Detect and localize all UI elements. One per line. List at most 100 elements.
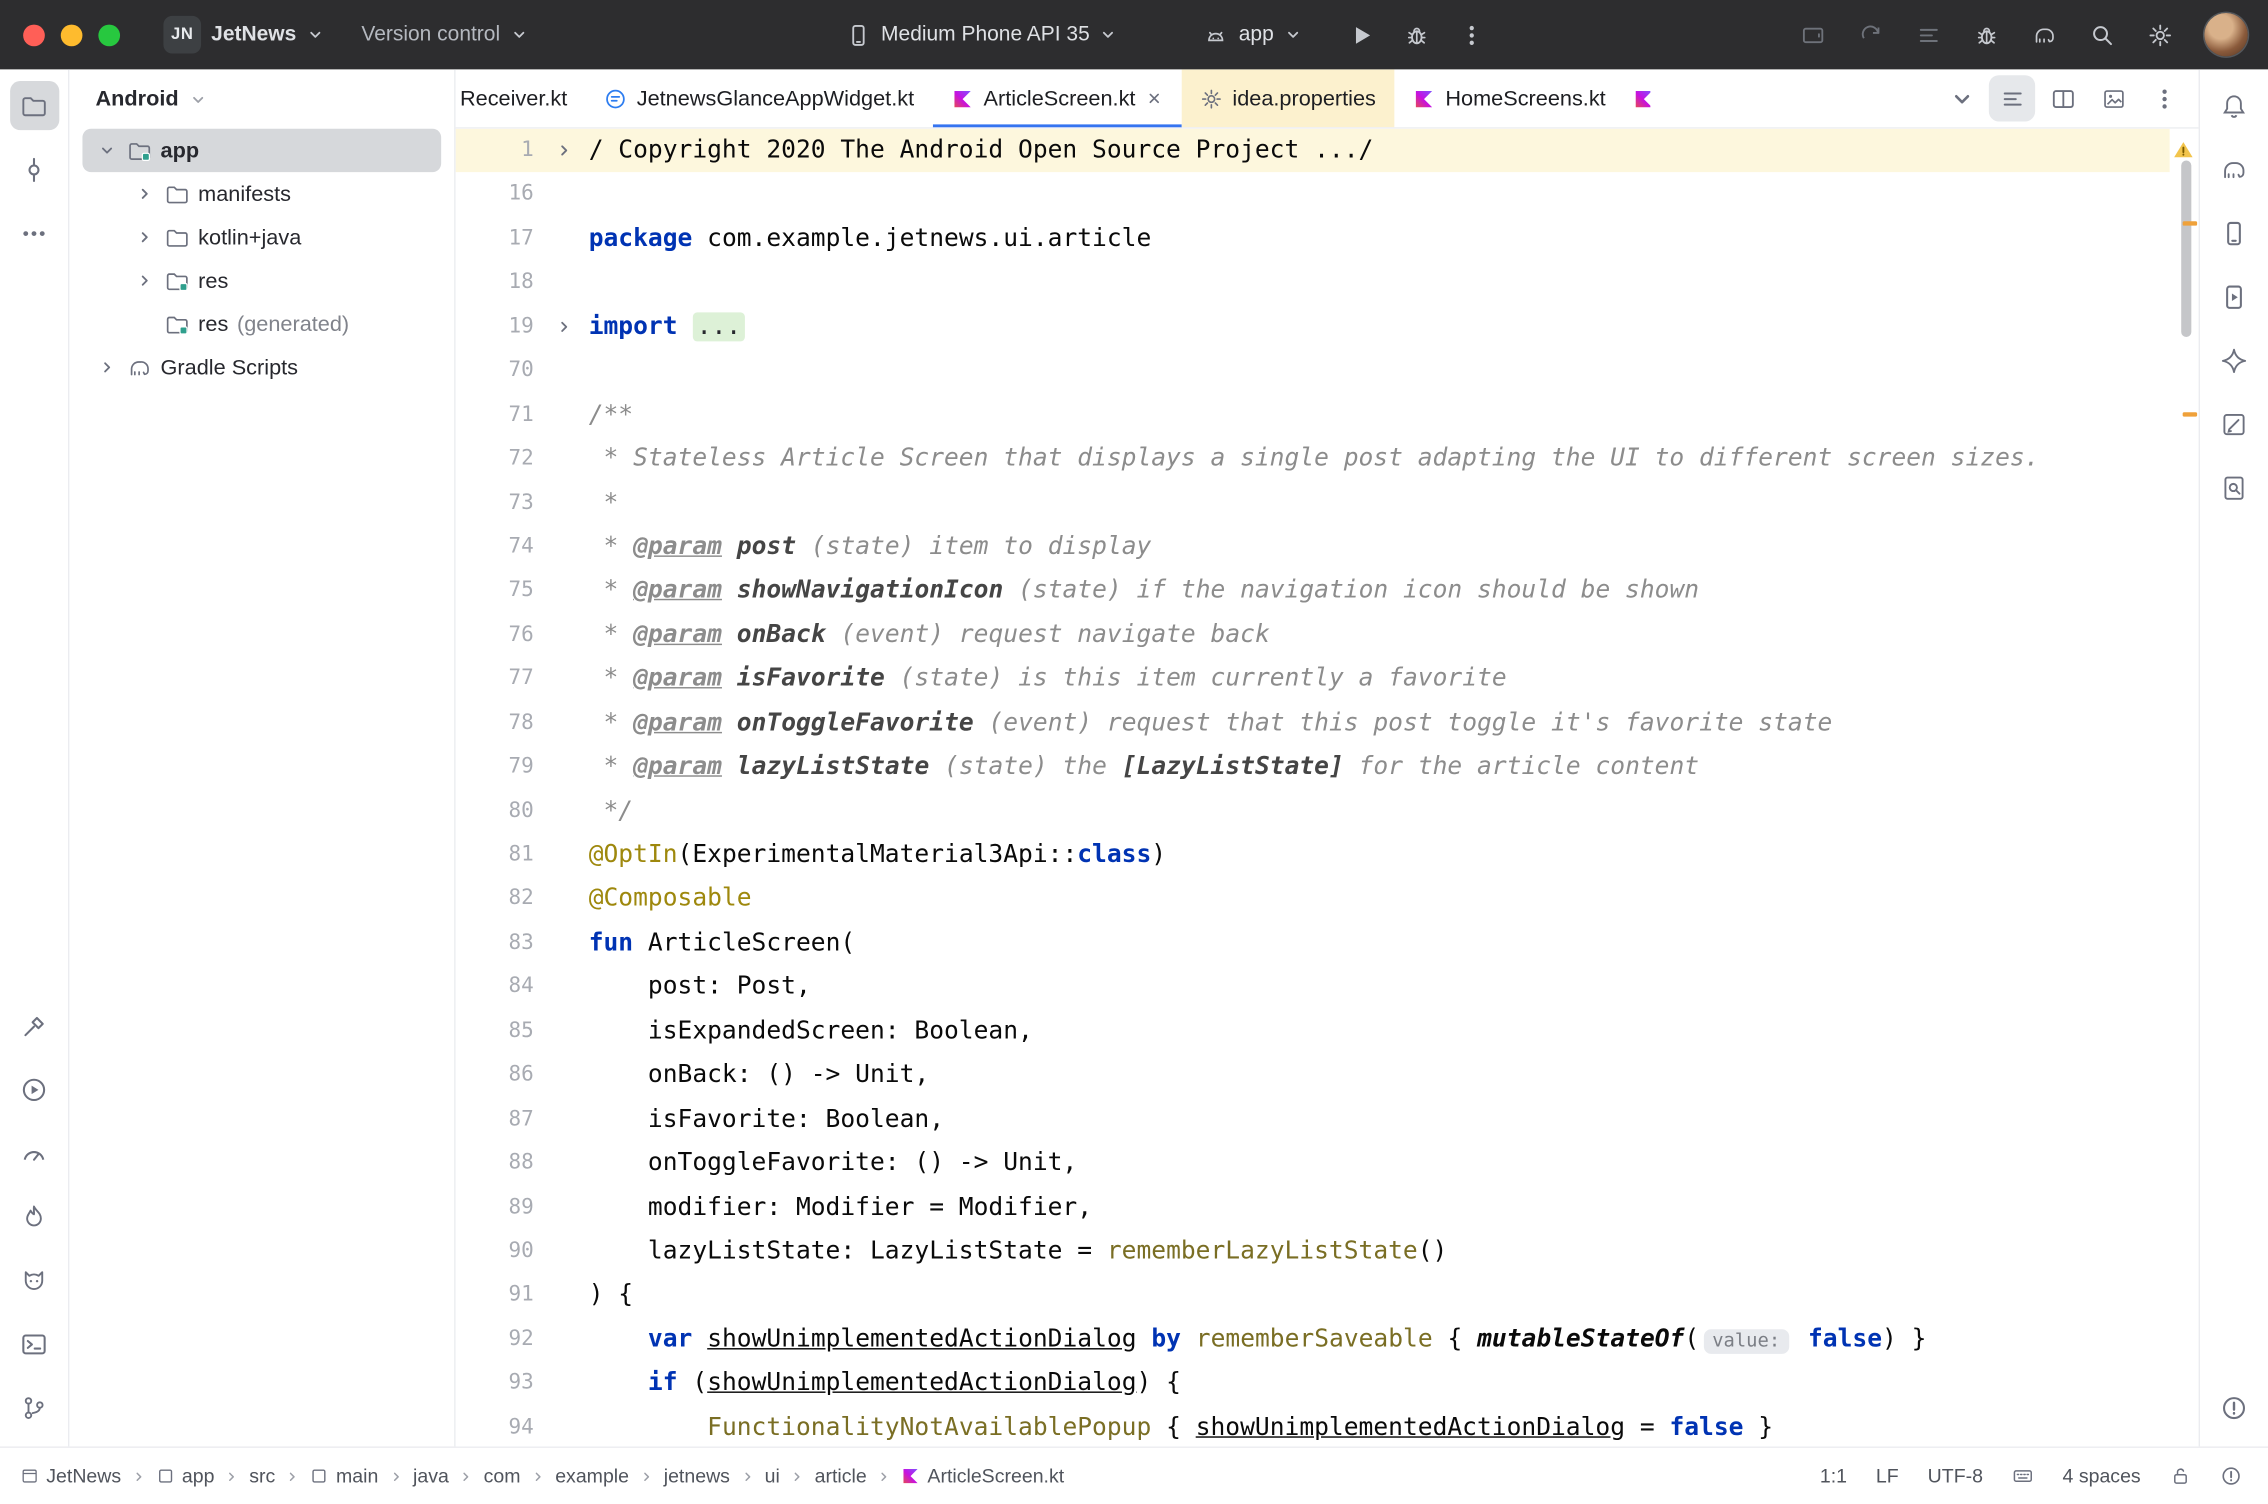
line-number[interactable]: 86 <box>456 1053 540 1097</box>
project-button[interactable] <box>9 81 58 130</box>
chevron-right-icon[interactable] <box>133 182 156 205</box>
app-quality-insights-button[interactable] <box>9 1192 58 1241</box>
compose-preview-button[interactable] <box>2209 399 2258 448</box>
line-number[interactable]: 81 <box>456 833 540 877</box>
line-number[interactable]: 87 <box>456 1097 540 1141</box>
code-line-86[interactable]: 86 onBack: () -> Unit, <box>456 1053 2170 1097</box>
code-line-17[interactable]: 17package com.example.jetnews.ui.article <box>456 217 2170 261</box>
run-button[interactable] <box>9 1065 58 1114</box>
more-run-actions-button[interactable] <box>1449 12 1495 58</box>
running-devices-button[interactable] <box>2209 272 2258 321</box>
indent-widget[interactable]: 4 spaces <box>2063 1465 2141 1487</box>
code-line-78[interactable]: 78 * @param onToggleFavorite (event) req… <box>456 701 2170 745</box>
caret-position-widget[interactable]: 1:1 <box>1820 1465 1847 1487</box>
tab-idea-properties[interactable]: idea.properties <box>1182 69 1395 127</box>
scrollbar-thumb[interactable] <box>2181 161 2191 337</box>
split-view-button[interactable] <box>2039 75 2085 121</box>
write-access-unlock-icon[interactable] <box>2170 1465 2192 1487</box>
chevron-down-icon[interactable] <box>95 139 118 162</box>
breadcrumb-item-ui[interactable]: ui <box>765 1465 780 1487</box>
task-list-button[interactable] <box>1906 12 1952 58</box>
settings-button[interactable] <box>2138 12 2184 58</box>
line-number[interactable]: 83 <box>456 921 540 965</box>
code-line-87[interactable]: 87 isFavorite: Boolean, <box>456 1097 2170 1141</box>
tab-articlescreen-kt[interactable]: ArticleScreen.kt <box>933 69 1182 127</box>
problems-status-icon[interactable] <box>2220 1465 2242 1487</box>
line-number[interactable]: 76 <box>456 613 540 657</box>
code-line-80[interactable]: 80 */ <box>456 789 2170 833</box>
code-view-button[interactable] <box>1989 75 2035 121</box>
code-line-74[interactable]: 74 * @param post (state) item to display <box>456 525 2170 569</box>
line-number[interactable]: 91 <box>456 1273 540 1317</box>
code-line-92[interactable]: 92 var showUnimplementedActionDialog by … <box>456 1317 2170 1361</box>
run-button[interactable] <box>1339 12 1385 58</box>
keyboard-icon[interactable] <box>2012 1465 2034 1487</box>
breadcrumb-item-java[interactable]: java <box>413 1465 449 1487</box>
tree-item-gradle-scripts[interactable]: Gradle Scripts <box>82 346 441 389</box>
problems-button[interactable] <box>2209 1383 2258 1432</box>
code-line-88[interactable]: 88 onToggleFavorite: () -> Unit, <box>456 1141 2170 1185</box>
hidden-tabs-button[interactable] <box>1938 75 1984 121</box>
breadcrumb-item-jetnews[interactable]: jetnews <box>664 1465 730 1487</box>
breadcrumb-item-example[interactable]: example <box>555 1465 629 1487</box>
line-number[interactable]: 71 <box>456 393 540 437</box>
notifications-button[interactable] <box>2209 81 2258 130</box>
chevron-right-icon[interactable] <box>133 269 156 292</box>
device-mirroring-button[interactable] <box>1791 12 1837 58</box>
line-number[interactable]: 18 <box>456 261 540 305</box>
line-number[interactable]: 72 <box>456 437 540 481</box>
design-view-button[interactable] <box>2090 75 2136 121</box>
tree-item-res-generated[interactable]: res (generated) <box>82 302 441 345</box>
tree-item-manifests[interactable]: manifests <box>82 172 441 215</box>
tab-clipped[interactable] <box>1625 69 1651 127</box>
code-line-82[interactable]: 82@Composable <box>456 877 2170 921</box>
line-number[interactable]: 75 <box>456 569 540 613</box>
breadcrumb-item-app[interactable]: app <box>156 1465 215 1487</box>
line-number[interactable]: 1 <box>456 129 540 173</box>
line-number[interactable]: 78 <box>456 701 540 745</box>
more-tools-button[interactable] <box>9 208 58 257</box>
editor[interactable]: 1/ Copyright 2020 The Android Open Sourc… <box>456 129 2199 1447</box>
close-window-button[interactable] <box>23 24 45 46</box>
line-number[interactable]: 16 <box>456 173 540 217</box>
layout-inspector-button[interactable] <box>2209 463 2258 512</box>
tab-homescreens-kt[interactable]: HomeScreens.kt <box>1395 69 1625 127</box>
project-widget[interactable]: JN JetNews <box>152 10 335 59</box>
search-everywhere-button[interactable] <box>2080 12 2126 58</box>
tab-jetnewsglanceappwidget-kt[interactable]: JetnewsGlanceAppWidget.kt <box>586 69 933 127</box>
line-number[interactable]: 84 <box>456 965 540 1009</box>
code-line-81[interactable]: 81@OptIn(ExperimentalMaterial3Api::class… <box>456 833 2170 877</box>
code-line-1[interactable]: 1/ Copyright 2020 The Android Open Sourc… <box>456 129 2170 173</box>
line-number[interactable]: 74 <box>456 525 540 569</box>
code-line-79[interactable]: 79 * @param lazyListState (state) the [L… <box>456 745 2170 789</box>
tree-item-res[interactable]: res <box>82 259 441 302</box>
close-tab-icon[interactable] <box>1146 90 1163 107</box>
breadcrumb-item-main[interactable]: main <box>310 1465 378 1487</box>
code-line-76[interactable]: 76 * @param onBack (event) request navig… <box>456 613 2170 657</box>
code-line-16[interactable]: 16 <box>456 173 2170 217</box>
tree-item-app[interactable]: app <box>82 129 441 172</box>
debug-button[interactable] <box>1394 12 1440 58</box>
restore-button[interactable] <box>1849 12 1895 58</box>
line-number[interactable]: 19 <box>456 305 540 349</box>
line-number[interactable]: 73 <box>456 481 540 525</box>
line-number[interactable]: 94 <box>456 1405 540 1446</box>
fold-indicator[interactable] <box>540 305 589 349</box>
chevron-right-icon[interactable] <box>95 356 118 379</box>
code-line-83[interactable]: 83fun ArticleScreen( <box>456 921 2170 965</box>
profiler-button[interactable] <box>9 1128 58 1177</box>
more-options-button[interactable] <box>2141 75 2187 121</box>
code-line-19[interactable]: 19import ... <box>456 305 2170 349</box>
code-line-18[interactable]: 18 <box>456 261 2170 305</box>
line-number[interactable]: 89 <box>456 1185 540 1229</box>
user-avatar[interactable] <box>2204 13 2247 56</box>
breadcrumb-item-src[interactable]: src <box>249 1465 275 1487</box>
code-line-73[interactable]: 73 * <box>456 481 2170 525</box>
line-number[interactable]: 82 <box>456 877 540 921</box>
vcs-widget[interactable]: Version control <box>350 10 539 59</box>
line-number[interactable]: 93 <box>456 1361 540 1405</box>
tab-receiver-kt[interactable]: Receiver.kt <box>456 69 586 127</box>
line-number[interactable]: 79 <box>456 745 540 789</box>
code-line-72[interactable]: 72 * Stateless Article Screen that displ… <box>456 437 2170 481</box>
build-button[interactable] <box>9 1001 58 1050</box>
